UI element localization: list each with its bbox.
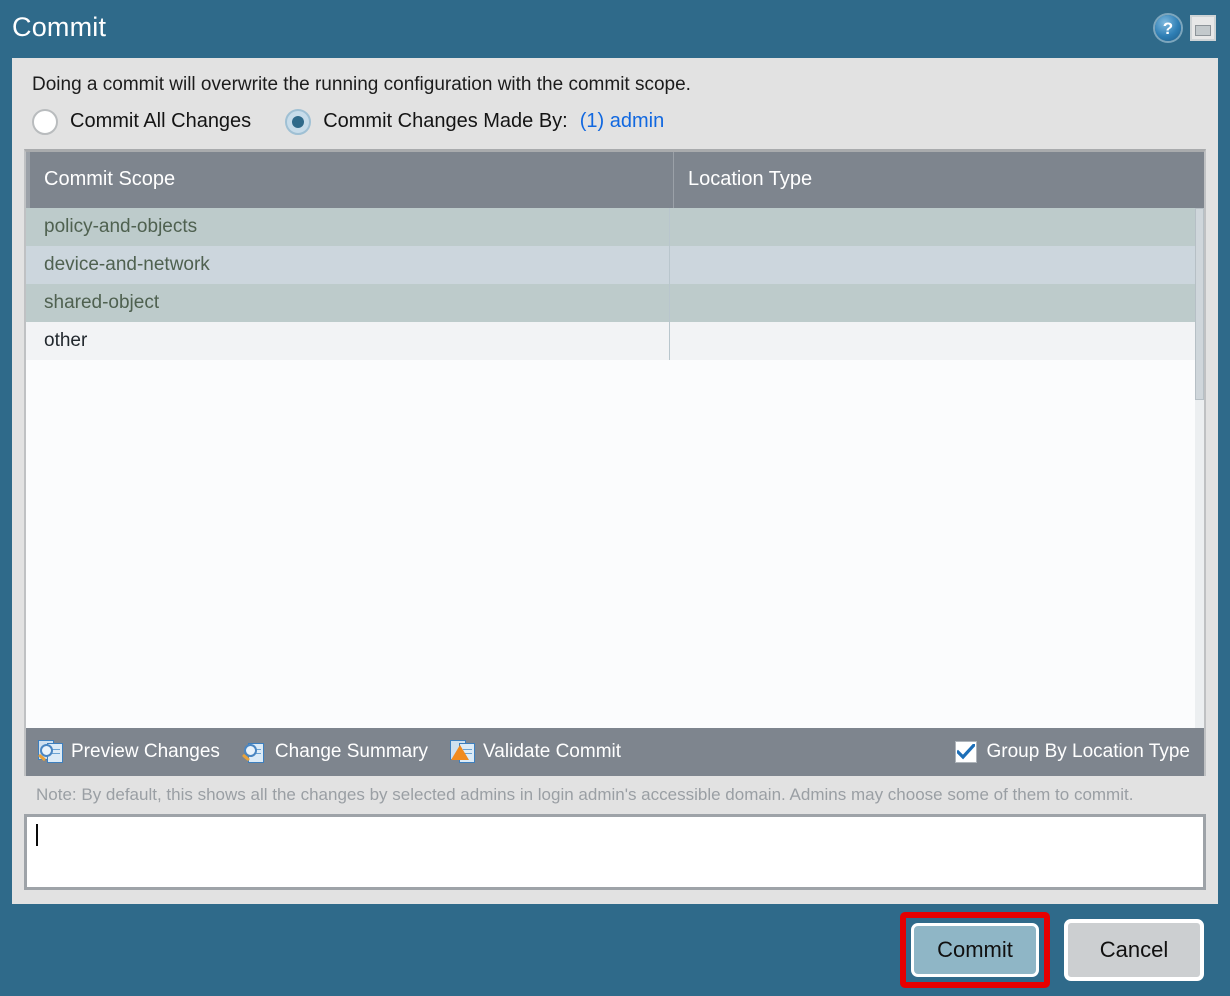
cell-location-type [669,322,1204,360]
restore-window-icon[interactable] [1190,15,1216,41]
cell-commit-scope: shared-object [26,292,669,314]
table-row[interactable]: device-and-network [26,246,1204,284]
dialog-footer: Commit Cancel [0,904,1230,996]
admin-filter-link[interactable]: (1) admin [580,110,664,133]
preview-changes-label: Preview Changes [71,741,220,763]
cell-location-type [669,284,1204,322]
cell-location-type [669,208,1204,246]
validate-commit-label: Validate Commit [483,741,621,763]
titlebar-icon-group: ? [1155,15,1216,43]
change-summary-icon [242,740,268,764]
cell-commit-scope: other [26,330,669,352]
radio-commit-changes-made-by[interactable] [285,109,311,135]
dialog-titlebar: Commit ? [0,0,1230,58]
group-by-location-type-control[interactable]: Group By Location Type [955,741,1191,763]
radio-commit-all-changes[interactable] [32,109,58,135]
group-by-location-type-checkbox[interactable] [955,741,977,763]
commit-button[interactable]: Commit [911,923,1039,977]
commit-button-highlight: Commit [900,912,1050,988]
note-text: Note: By default, this shows all the cha… [24,776,1206,814]
change-summary-button[interactable]: Change Summary [242,740,428,764]
commit-description-input[interactable] [24,814,1206,890]
column-header-location-type[interactable]: Location Type [673,152,1204,208]
change-summary-label: Change Summary [275,741,428,763]
commit-scope-table: Commit Scope Location Type policy-and-ob… [24,149,1206,728]
commit-scope-radio-group: Commit All Changes Commit Changes Made B… [22,97,1208,145]
table-row[interactable]: policy-and-objects [26,208,1204,246]
cell-commit-scope: policy-and-objects [26,216,669,238]
table-row[interactable]: shared-object [26,284,1204,322]
help-icon[interactable]: ? [1155,15,1181,41]
preview-changes-icon [38,740,64,764]
commit-dialog: Commit ? Doing a commit will overwrite t… [0,0,1230,996]
text-cursor [36,824,38,846]
dialog-title: Commit [12,14,106,45]
intro-text: Doing a commit will overwrite the runnin… [22,72,1208,97]
preview-changes-button[interactable]: Preview Changes [38,740,220,764]
radio-label-commit-changes-made-by[interactable]: Commit Changes Made By: [323,110,568,133]
table-vertical-scrollbar[interactable] [1195,208,1204,728]
cell-location-type [669,246,1204,284]
dialog-body: Doing a commit will overwrite the runnin… [12,58,1218,904]
column-header-commit-scope[interactable]: Commit Scope [30,152,673,208]
table-header-row: Commit Scope Location Type [26,152,1204,208]
validate-commit-icon [450,740,476,764]
cancel-button[interactable]: Cancel [1064,919,1204,981]
cell-commit-scope: device-and-network [26,254,669,276]
group-by-location-type-label: Group By Location Type [987,741,1191,763]
validate-commit-button[interactable]: Validate Commit [450,740,621,764]
radio-label-commit-all-changes[interactable]: Commit All Changes [70,110,251,133]
table-body: policy-and-objects device-and-network sh… [26,208,1204,728]
table-row[interactable]: other [26,322,1204,360]
table-toolbar: Preview Changes Change Summary Validate … [24,728,1206,776]
